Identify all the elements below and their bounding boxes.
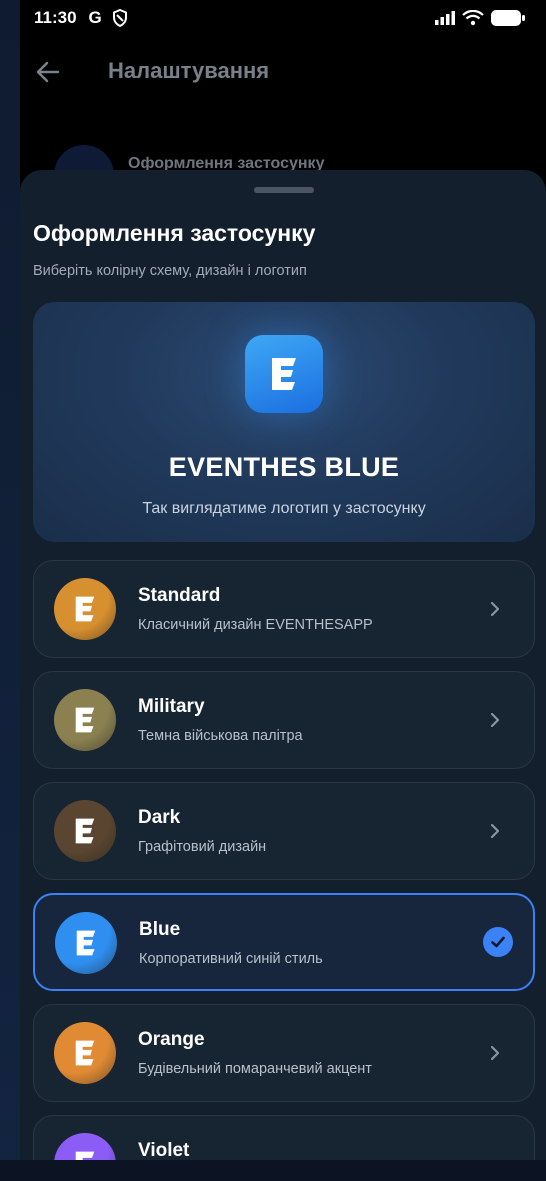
theme-description: Корпоративний синій стиль [139,951,323,967]
battery-icon [491,10,525,26]
logo-preview-card: EVENTHES BLUE Так виглядатиме логотип у … [33,302,535,542]
bottom-edge-background [0,1160,546,1181]
theme-description: Темна військова палітра [138,728,303,744]
theme-description: Будівельний помаранчевий акцент [138,1061,372,1077]
theme-name: Orange [138,1029,205,1050]
preview-theme-name: EVENTHES BLUE [168,452,400,482]
theme-description: Графітовий дизайн [138,839,267,855]
chevron-right-icon [490,712,500,728]
theme-name: Dark [138,807,181,828]
theme-description: Класичний дизайн EVENTHESAPP [138,617,373,633]
back-arrow-icon[interactable] [34,58,62,86]
chevron-right-icon [490,601,500,617]
signal-icon [435,11,455,25]
chevron-right-icon [490,1045,500,1061]
theme-logo-icon [54,689,116,751]
wifi-icon [462,10,484,26]
chevron-right-icon [490,823,500,839]
theme-name: Blue [139,919,181,940]
app-bar: Налаштування [20,44,546,100]
theme-logo-icon [54,1133,116,1160]
theme-option-standard[interactable]: Standard Класичний дизайн EVENTHESAPP [33,560,535,658]
theme-option-violet[interactable]: Violet [33,1115,535,1160]
theme-name: Violet [138,1140,190,1160]
theme-logo-icon [54,800,116,862]
theme-logo-icon [55,912,117,974]
theme-option-dark[interactable]: Dark Графітовий дизайн [33,782,535,880]
drag-handle[interactable] [254,187,314,193]
status-time: 11:30 [34,8,77,27]
logo-e-icon [272,358,296,390]
status-icons [434,9,526,27]
phone-screen: 11:30 G Налаштування Оформлення застосун… [20,0,546,1160]
theme-logo-icon [54,1022,116,1084]
status-bar: 11:30 G [20,0,546,36]
theme-option-blue[interactable]: Blue Корпоративний синій стиль [33,893,535,991]
theme-name: Standard [138,585,221,606]
theme-logo-icon [54,578,116,640]
google-icon: G [88,8,102,27]
page-title: Налаштування [108,58,270,83]
theme-option-orange[interactable]: Orange Будівельний помаранчевий акцент [33,1004,535,1102]
theme-option-military[interactable]: Military Темна військова палітра [33,671,535,769]
shield-icon [112,9,127,27]
left-edge-background [0,0,20,1181]
sheet-title: Оформлення застосунку [33,220,316,246]
sheet-subtitle: Виберіть колірну схему, дизайн і логотип [33,263,307,279]
theme-name: Military [138,696,205,717]
appearance-bottom-sheet: Оформлення застосунку Виберіть колірну с… [20,170,546,1160]
preview-caption: Так виглядатиме логотип у застосунку [142,500,426,517]
check-icon [483,927,513,957]
app-logo [245,335,323,413]
